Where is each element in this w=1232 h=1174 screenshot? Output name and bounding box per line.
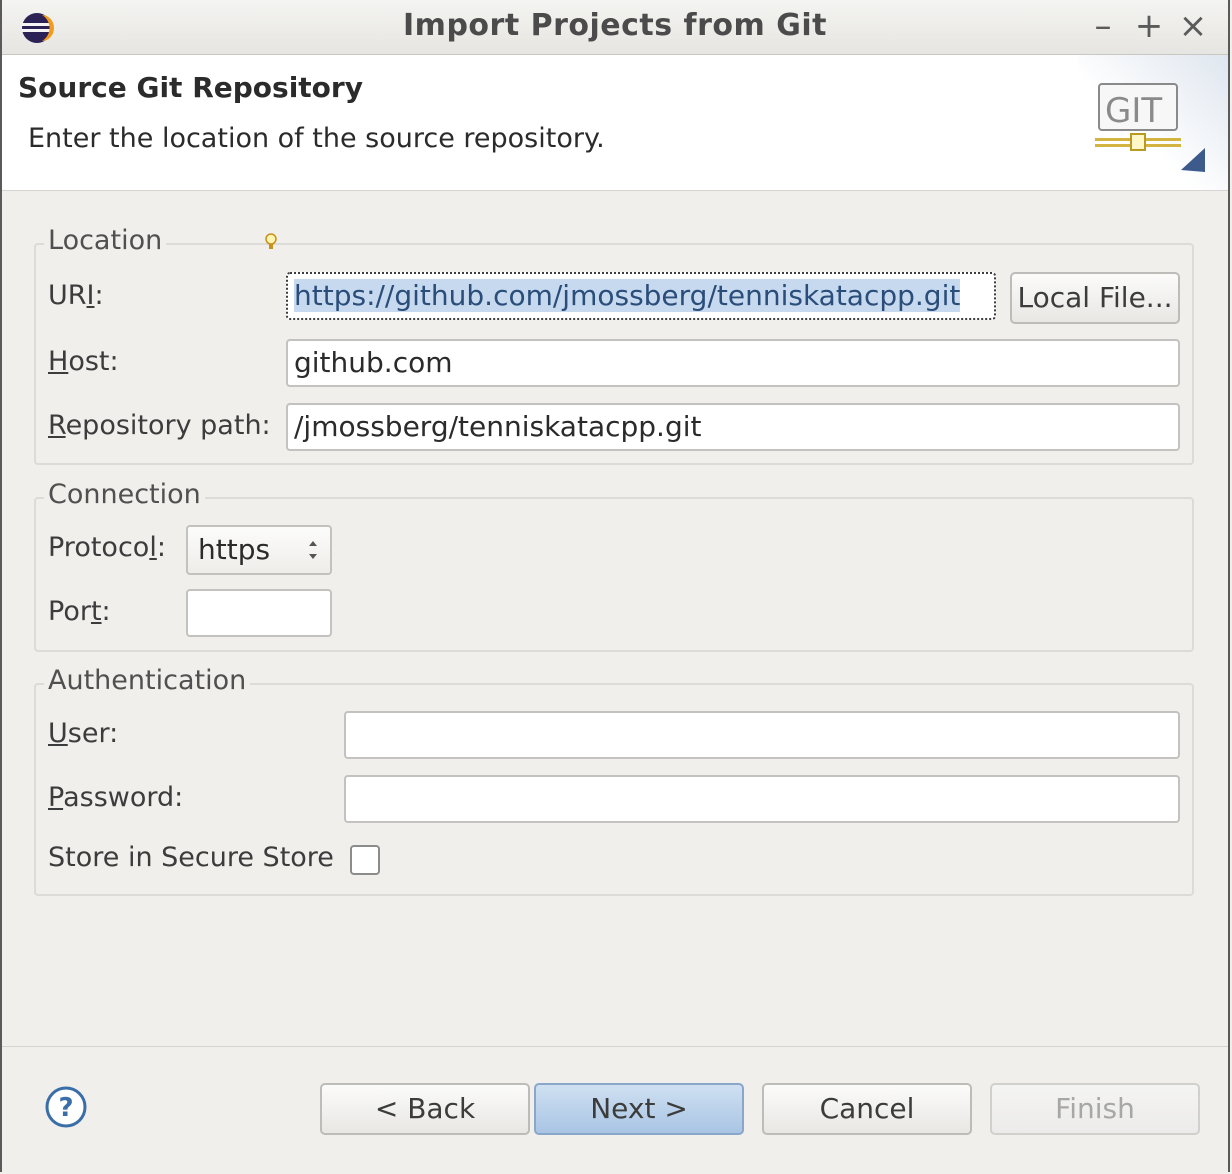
- protocol-value: https: [198, 533, 271, 566]
- user-input[interactable]: [344, 711, 1180, 759]
- page-description: Enter the location of the source reposit…: [28, 123, 605, 154]
- location-legend: Location: [44, 225, 167, 256]
- banner-graphic: GIT: [1078, 55, 1228, 190]
- git-logo-text: GIT: [1105, 91, 1162, 131]
- title-bar[interactable]: Import Projects from Git – + ×: [2, 0, 1228, 55]
- footer-separator: [2, 1046, 1228, 1047]
- page-title: Source Git Repository: [18, 71, 363, 104]
- authentication-legend: Authentication: [44, 665, 251, 696]
- connection-legend: Connection: [44, 479, 205, 510]
- svg-text:?: ?: [58, 1093, 73, 1123]
- protocol-select[interactable]: https: [186, 525, 332, 575]
- host-input[interactable]: github.com: [286, 339, 1180, 387]
- uri-input[interactable]: https://github.com/jmossberg/tenniskatac…: [286, 272, 996, 320]
- back-button[interactable]: < Back: [320, 1083, 530, 1135]
- repository-path-label: Repository path:: [48, 410, 271, 441]
- repository-path-input[interactable]: /jmossberg/tenniskatacpp.git: [286, 403, 1180, 451]
- minimize-button[interactable]: –: [1086, 6, 1120, 46]
- password-input[interactable]: [344, 775, 1180, 823]
- spinner-arrows-icon: [309, 541, 317, 559]
- wizard-banner: Source Git Repository Enter the location…: [2, 55, 1228, 191]
- store-secure-checkbox[interactable]: [350, 845, 380, 875]
- host-label: Host:: [48, 346, 119, 377]
- port-label: Port:: [48, 596, 111, 627]
- lightbulb-icon: [265, 233, 277, 249]
- uri-label: URI:: [48, 280, 104, 311]
- help-icon[interactable]: ?: [44, 1085, 88, 1129]
- password-label: Password:: [48, 782, 184, 813]
- window-title: Import Projects from Git: [403, 8, 827, 43]
- next-button[interactable]: Next >: [534, 1083, 744, 1135]
- cancel-button[interactable]: Cancel: [762, 1083, 972, 1135]
- protocol-label: Protocol:: [48, 532, 166, 563]
- git-logo-icon: GIT: [1095, 83, 1205, 172]
- close-button[interactable]: ×: [1176, 6, 1210, 46]
- local-file-button[interactable]: Local File...: [1010, 272, 1180, 324]
- store-secure-label: Store in Secure Store: [48, 842, 334, 873]
- uri-value: https://github.com/jmossberg/tenniskatac…: [294, 279, 961, 312]
- import-git-dialog: Import Projects from Git – + × Source Gi…: [0, 0, 1230, 1172]
- maximize-button[interactable]: +: [1132, 6, 1166, 46]
- user-label: User:: [48, 718, 119, 749]
- finish-button[interactable]: Finish: [990, 1083, 1200, 1135]
- port-input[interactable]: [186, 589, 332, 637]
